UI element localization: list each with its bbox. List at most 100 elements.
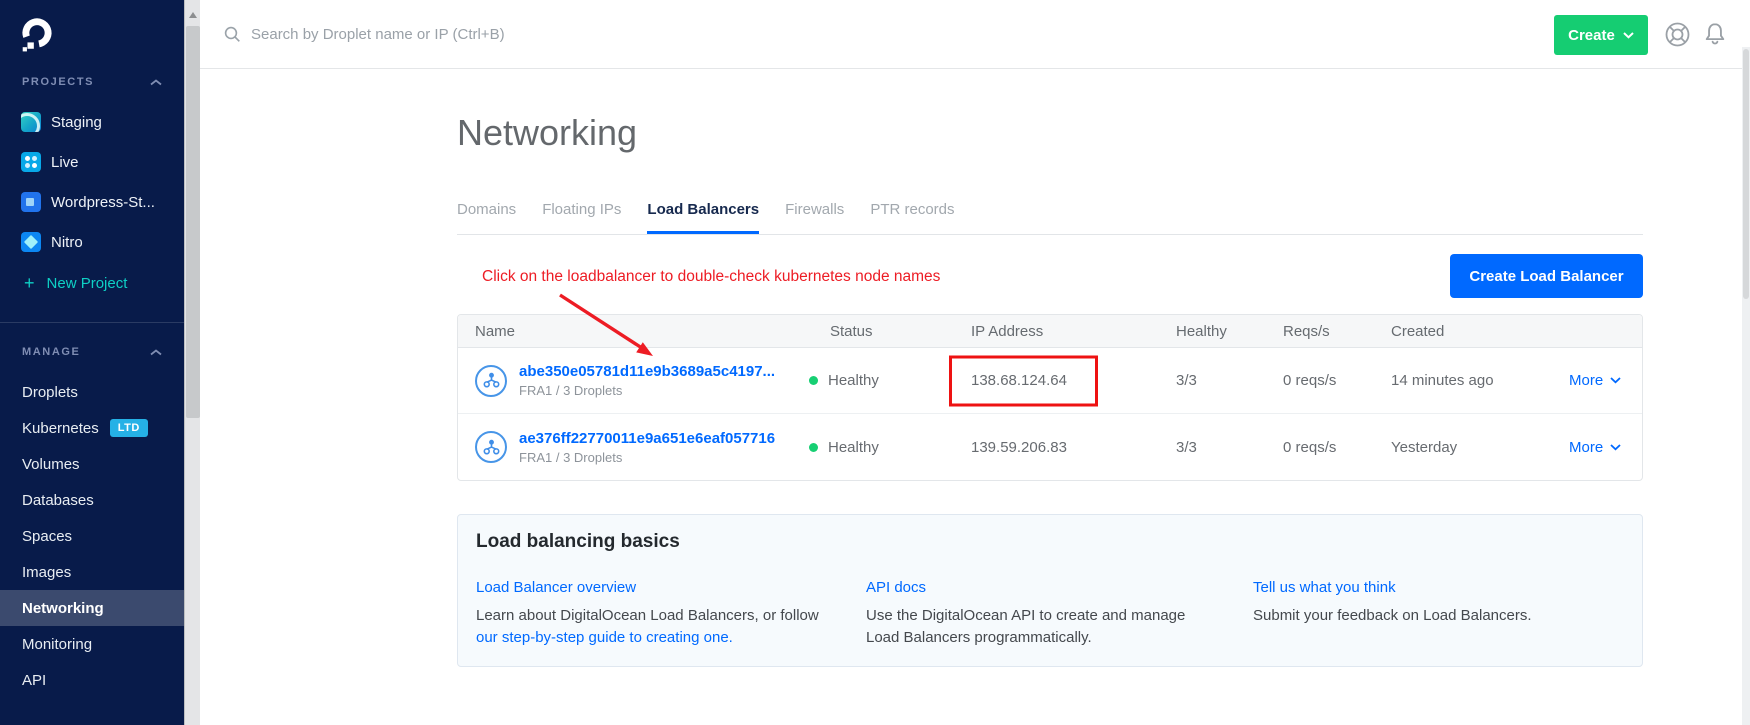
basics-column-overview: Load Balancer overview Learn about Digit… <box>476 579 866 649</box>
status-text: Healthy <box>828 372 879 389</box>
create-load-balancer-button[interactable]: Create Load Balancer <box>1450 254 1643 298</box>
column-header-healthy: Healthy <box>1176 323 1283 340</box>
project-list: Staging Live Wordpress-St... Nitro <box>0 102 184 262</box>
basics-column-text: Use the DigitalOcean API to create and m… <box>866 605 1211 649</box>
scrollbar-up-arrow[interactable] <box>189 12 197 18</box>
manage-label: MANAGE <box>22 346 81 358</box>
plus-icon: + <box>24 274 35 292</box>
feedback-link[interactable]: Tell us what you think <box>1253 579 1624 596</box>
status-cell: Healthy <box>830 372 971 389</box>
sidebar-item-spaces[interactable]: Spaces <box>0 518 184 554</box>
basics-column-text: Submit your feedback on Load Balancers. <box>1253 605 1624 627</box>
ip-address: 139.59.206.83 <box>971 439 1067 456</box>
project-name: Wordpress-St... <box>51 194 155 211</box>
item-label: Volumes <box>22 456 80 473</box>
scrollbar-thumb[interactable] <box>186 26 200 418</box>
tab-ptr-records[interactable]: PTR records <box>870 201 954 234</box>
ip-address: 138.68.124.64 <box>971 372 1067 389</box>
item-label: Droplets <box>22 384 78 401</box>
column-header-name: Name <box>458 323 830 340</box>
healthy-status-dot <box>809 443 818 452</box>
sidebar-divider <box>0 322 184 323</box>
table-row[interactable]: abe350e05781d11e9b3689a5c4197... FRA1 / … <box>458 348 1642 414</box>
sidebar-item-kubernetes[interactable]: Kubernetes LTD <box>0 410 184 446</box>
healthy-cell: 3/3 <box>1176 439 1283 456</box>
sidebar-item-api[interactable]: API <box>0 662 184 698</box>
search-icon <box>224 26 241 43</box>
chevron-down-icon <box>1623 32 1634 39</box>
sidebar-item-droplets[interactable]: Droplets <box>0 374 184 410</box>
nitro-project-icon <box>21 232 41 252</box>
sidebar-item-monitoring[interactable]: Monitoring <box>0 626 184 662</box>
status-text: Healthy <box>828 439 879 456</box>
sidebar-project-wordpress[interactable]: Wordpress-St... <box>0 182 184 222</box>
project-name: Live <box>51 154 79 171</box>
search-input[interactable] <box>251 26 731 43</box>
created-cell: Yesterday <box>1391 439 1561 456</box>
api-docs-link[interactable]: API docs <box>866 579 1253 596</box>
project-name: Nitro <box>51 234 83 251</box>
sidebar-item-images[interactable]: Images <box>0 554 184 590</box>
sidebar-project-nitro[interactable]: Nitro <box>0 222 184 262</box>
more-label: More <box>1569 439 1603 456</box>
item-label: Monitoring <box>22 636 92 653</box>
chevron-up-icon <box>150 349 162 356</box>
more-menu-button[interactable]: More <box>1569 439 1644 456</box>
notifications-button[interactable] <box>1701 21 1729 49</box>
tab-load-balancers[interactable]: Load Balancers <box>647 201 759 234</box>
sidebar-item-networking[interactable]: Networking <box>0 590 184 626</box>
load-balancer-name-link[interactable]: ae376ff22770011e9a651e6eaf057716 <box>519 430 775 447</box>
load-balancer-icon <box>475 431 507 463</box>
table-row[interactable]: ae376ff22770011e9a651e6eaf057716 FRA1 / … <box>458 414 1642 480</box>
toolbar-row: Click on the loadbalancer to double-chec… <box>457 235 1643 314</box>
live-project-icon <box>21 152 41 172</box>
tab-firewalls[interactable]: Firewalls <box>785 201 844 234</box>
column-header-created: Created <box>1391 323 1561 340</box>
projects-section-header[interactable]: PROJECTS <box>0 76 184 88</box>
step-by-step-guide-link[interactable]: our step-by-step guide to creating one. <box>476 629 733 646</box>
actions-cell: More <box>1561 372 1644 389</box>
item-label: Images <box>22 564 71 581</box>
new-project-label: New Project <box>47 275 128 292</box>
networking-page: Networking Domains Floating IPs Load Bal… <box>457 111 1643 667</box>
item-label: API <box>22 672 46 689</box>
more-menu-button[interactable]: More <box>1569 372 1644 389</box>
item-label: Networking <box>22 600 104 617</box>
search-bar[interactable] <box>224 0 731 69</box>
tab-floating-ips[interactable]: Floating IPs <box>542 201 621 234</box>
load-balancer-overview-link[interactable]: Load Balancer overview <box>476 579 866 596</box>
ltd-badge: LTD <box>110 419 148 437</box>
page-scrollbar-thumb[interactable] <box>1743 49 1749 299</box>
basics-column-feedback: Tell us what you think Submit your feedb… <box>1253 579 1624 649</box>
sidebar-item-databases[interactable]: Databases <box>0 482 184 518</box>
annotation-text: Click on the loadbalancer to double-chec… <box>482 268 940 286</box>
create-button-label: Create <box>1568 27 1615 44</box>
actions-cell: More <box>1561 439 1644 456</box>
projects-label: PROJECTS <box>22 76 94 88</box>
ip-cell: 138.68.124.64 <box>971 372 1176 389</box>
tab-domains[interactable]: Domains <box>457 201 516 234</box>
load-balancer-icon <box>475 365 507 397</box>
load-balancer-table: Name Status IP Address Healthy Reqs/s Cr… <box>457 314 1643 481</box>
sidebar-project-live[interactable]: Live <box>0 142 184 182</box>
sidebar-scrollbar[interactable] <box>184 0 200 725</box>
load-balancer-name-link[interactable]: abe350e05781d11e9b3689a5c4197... <box>519 363 775 380</box>
help-button[interactable] <box>1663 21 1691 49</box>
create-button[interactable]: Create <box>1554 15 1648 55</box>
sidebar-item-volumes[interactable]: Volumes <box>0 446 184 482</box>
name-stack: ae376ff22770011e9a651e6eaf057716 FRA1 / … <box>519 430 775 465</box>
table-header-row: Name Status IP Address Healthy Reqs/s Cr… <box>458 315 1642 348</box>
page-title: Networking <box>457 111 1643 155</box>
manage-section-header[interactable]: MANAGE <box>0 346 184 358</box>
load-balancing-basics-panel: Load balancing basics Load Balancer over… <box>457 514 1643 667</box>
sidebar: PROJECTS Staging Live Wordpress-St... Ni… <box>0 0 184 725</box>
project-name: Staging <box>51 114 102 131</box>
new-project-button[interactable]: + New Project <box>0 266 184 300</box>
chevron-down-icon <box>1610 377 1621 384</box>
sidebar-project-staging[interactable]: Staging <box>0 102 184 142</box>
more-label: More <box>1569 372 1603 389</box>
page-scrollbar[interactable] <box>1742 47 1750 725</box>
basics-columns: Load Balancer overview Learn about Digit… <box>476 579 1624 649</box>
digitalocean-logo-icon[interactable] <box>19 16 55 54</box>
basics-column-api: API docs Use the DigitalOcean API to cre… <box>866 579 1253 649</box>
